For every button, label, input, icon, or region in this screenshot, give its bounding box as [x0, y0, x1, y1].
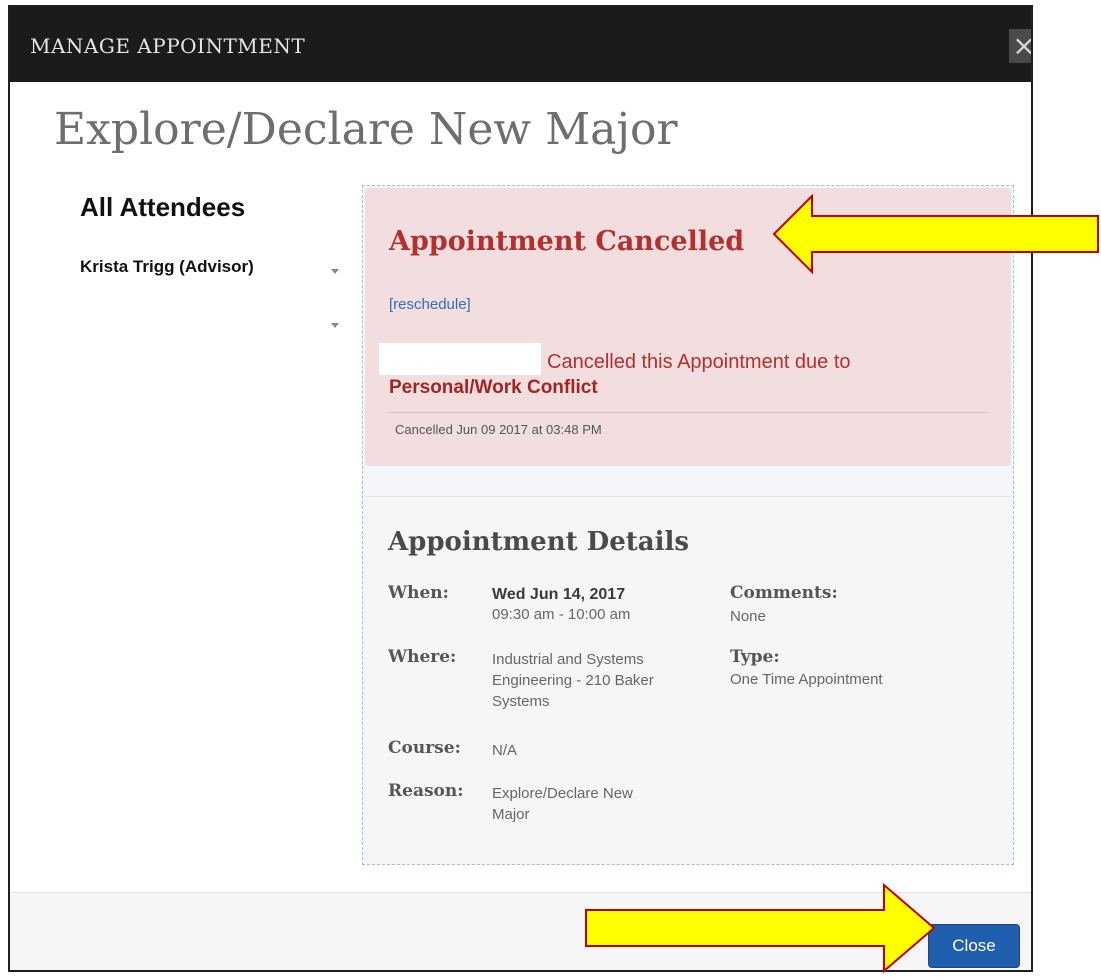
cancellation-message: Cancelled this Appointment due to	[547, 351, 851, 373]
close-button[interactable]: Close	[928, 924, 1020, 968]
attendee-name: Krista Trigg (Advisor)	[80, 257, 254, 276]
type-label: Type:	[730, 647, 780, 667]
cancellation-heading: Appointment Cancelled	[389, 226, 745, 257]
modal-title: MANAGE APPOINTMENT	[30, 34, 306, 58]
course-value: N/A	[492, 742, 518, 759]
appointment-panel: Appointment Cancelled [reschedule] Cance…	[362, 185, 1014, 865]
reason-line-2: Major	[492, 806, 530, 823]
divider	[389, 412, 987, 413]
modal-title-bar: MANAGE APPOINTMENT ×	[10, 7, 1031, 82]
cancellation-reason: Personal/Work Conflict	[389, 377, 598, 398]
annotation-arrow-right	[585, 882, 936, 974]
when-time: 09:30 am - 10:00 am	[492, 606, 631, 623]
chevron-down-icon[interactable]	[331, 323, 339, 328]
where-line-1: Industrial and Systems	[492, 651, 644, 668]
comments-value: None	[730, 608, 766, 625]
page-title: Explore/Declare New Major	[54, 104, 678, 155]
type-value: One Time Appointment	[730, 671, 883, 688]
cancellation-timestamp: Cancelled Jun 09 2017 at 03:48 PM	[395, 422, 602, 437]
annotation-arrow-left	[772, 194, 1099, 274]
comments-label: Comments:	[730, 583, 838, 603]
reschedule-link[interactable]: [reschedule]	[389, 296, 471, 313]
close-icon[interactable]: ×	[1009, 29, 1031, 63]
when-date: Wed Jun 14, 2017	[492, 586, 626, 603]
when-label: When:	[388, 583, 449, 603]
manage-appointment-modal: MANAGE APPOINTMENT × Explore/Declare New…	[8, 5, 1033, 972]
attendee-item[interactable]: Krista Trigg (Advisor)	[80, 257, 340, 283]
redacted-name	[379, 343, 541, 375]
appointment-details: Appointment Details When: Wed Jun 14, 20…	[366, 496, 1010, 861]
reason-line-1: Explore/Declare New	[492, 785, 633, 802]
details-heading: Appointment Details	[388, 527, 690, 557]
where-line-2: Engineering - 210 Baker	[492, 672, 654, 689]
attendees-heading: All Attendees	[80, 192, 246, 222]
where-line-3: Systems	[492, 693, 550, 710]
reason-label: Reason:	[388, 781, 464, 801]
course-label: Course:	[388, 738, 461, 758]
where-label: Where:	[388, 647, 457, 667]
chevron-down-icon[interactable]	[331, 269, 339, 274]
